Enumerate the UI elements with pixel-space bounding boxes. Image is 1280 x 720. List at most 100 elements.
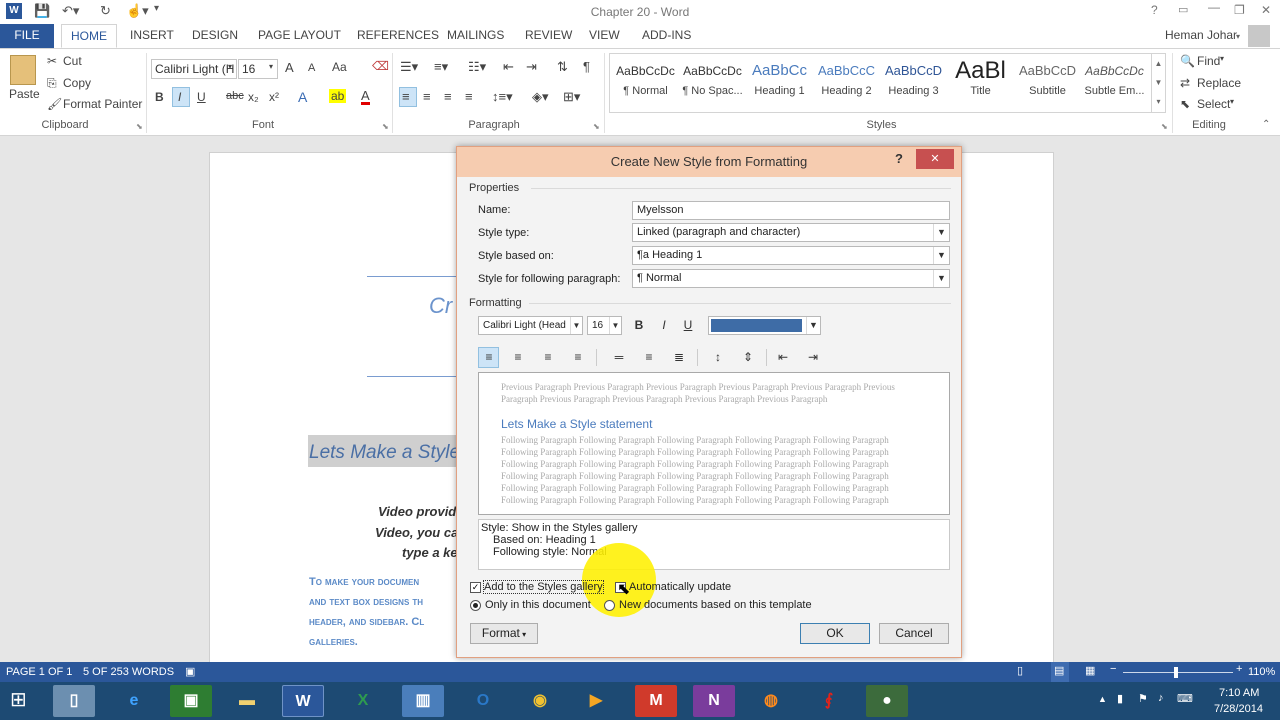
volume-icon[interactable]: ♪ [1158,692,1164,704]
following-style-select[interactable]: ¶ Normal ▼ [632,269,950,288]
camtasia-icon[interactable]: ● [866,685,908,717]
font-color-icon[interactable]: A [361,89,370,105]
paste-icon[interactable] [10,55,36,85]
dialog-launcher-icon[interactable]: ⬊ [593,122,600,131]
format-menu-button[interactable]: Format ▾ [470,623,538,644]
highlight-icon[interactable]: ab [329,89,347,103]
close-window-icon[interactable]: ✕ [1261,3,1271,17]
keyboard-icon[interactable]: ⌨ [1177,692,1193,705]
dialog-title-bar[interactable]: Create New Style from Formatting ? ✕ [457,147,961,177]
decrease-indent-icon[interactable]: ⇤ [503,59,514,75]
chevron-down-icon[interactable]: ▾ [228,62,232,71]
italic-button[interactable]: I [178,90,181,104]
zoom-in-icon[interactable]: + [1236,663,1242,675]
align-left-icon[interactable]: ≡ [402,89,410,104]
style-heading-1[interactable]: AaBbCc Heading 1 [746,57,813,109]
style-no-spacing[interactable]: AaBbCcDc ¶ No Spac... [679,57,746,109]
dialog-launcher-icon[interactable]: ⬊ [136,122,143,131]
select-icon[interactable]: ⬉ [1180,97,1190,111]
style-subtle-emphasis[interactable]: AaBbCcDc Subtle Em... [1081,57,1148,109]
selected-heading[interactable]: Lets Make a Style [309,442,460,464]
zoom-level[interactable]: 110% [1248,666,1275,678]
double-spacing-icon[interactable]: ≣ [668,347,690,367]
chevron-down-icon[interactable]: ▾ [269,62,273,71]
tab-references[interactable]: REFERENCES [348,24,448,48]
ok-button[interactable]: OK [800,623,870,644]
format-painter-button[interactable]: Format Painter [63,97,142,111]
style-type-select[interactable]: Linked (paragraph and character) ▼ [632,223,950,242]
bold-button[interactable]: B [155,90,164,104]
bullets-icon[interactable]: ☰▾ [400,59,418,75]
justify-icon[interactable]: ≡ [465,89,473,104]
chrome-icon[interactable]: ◉ [519,685,561,717]
shading-icon[interactable]: ◈▾ [532,89,549,105]
replace-icon[interactable]: ⇄ [1180,76,1190,90]
ribbon-display-icon[interactable]: ▭ [1178,3,1188,16]
chevron-down-icon[interactable]: ▾ [1220,54,1224,63]
format-italic-button[interactable]: I [653,315,675,335]
style-name-input[interactable]: Myelsson [632,201,950,220]
change-case-button[interactable]: Aa [332,60,347,74]
paste-button[interactable]: Paste [9,87,40,101]
app-icon[interactable]: M [635,685,677,717]
auto-update-label[interactable]: Automatically update [629,581,731,593]
align-center-icon[interactable]: ≡ [423,89,431,104]
tab-insert[interactable]: INSERT [121,24,183,48]
text-effects-icon[interactable]: A [298,89,307,105]
chevron-down-icon[interactable]: ▾ [1236,32,1240,41]
style-based-on-select[interactable]: ¶a Heading 1 ▼ [632,246,950,265]
underline-button[interactable]: U [197,90,206,104]
clock-time[interactable]: 7:10 AM [1219,687,1259,699]
new-documents-label[interactable]: New documents based on this template [619,599,812,611]
cut-button[interactable]: Cut [63,54,82,68]
style-subtitle[interactable]: AaBbCcD Subtitle [1014,57,1081,109]
restore-icon[interactable]: ❐ [1234,3,1245,17]
dialog-launcher-icon[interactable]: ⬊ [382,122,389,131]
tab-page-layout[interactable]: PAGE LAYOUT [249,24,350,48]
format-bold-button[interactable]: B [628,315,650,335]
font-color-select[interactable]: ▼ [708,316,821,335]
tab-design[interactable]: DESIGN [183,24,247,48]
word-taskbar-icon[interactable]: W [282,685,324,717]
format-painter-icon[interactable]: 🖌 [47,97,62,111]
grow-font-button[interactable]: A [285,60,294,75]
windows-start-icon[interactable]: ⊞ [10,690,27,710]
sort-icon[interactable]: ⇅ [557,59,568,75]
superscript-button[interactable]: x² [269,90,279,104]
increase-indent-icon[interactable]: ⇥ [802,347,824,367]
line-spacing-icon[interactable]: ↕≡▾ [492,89,513,105]
word-count[interactable]: 5 OF 253 WORDS [83,666,174,678]
user-name[interactable]: Heman Johar [1165,28,1237,42]
zoom-slider[interactable] [1123,672,1233,673]
page-count[interactable]: PAGE 1 OF 1 [6,666,72,678]
align-right-icon[interactable]: ≡ [444,89,452,104]
help-button[interactable]: ? [895,151,903,166]
find-button[interactable]: Find [1197,54,1220,68]
multilevel-list-icon[interactable]: ☷▾ [468,59,486,75]
styles-scroll[interactable]: ▲ ▼ ▾ [1151,54,1165,112]
minimize-icon[interactable]: — [1208,0,1220,14]
taskbar-desktop-icon[interactable]: ▯ [53,685,95,717]
tab-home[interactable]: HOME [61,24,117,48]
read-mode-icon[interactable]: ▯ [1017,664,1023,677]
decrease-spacing-icon[interactable]: ⇕ [737,347,759,367]
zoom-slider-thumb[interactable] [1174,667,1178,678]
tab-file[interactable]: FILE [0,24,54,48]
new-documents-radio[interactable] [604,600,615,611]
dialog-launcher-icon[interactable]: ⬊ [1161,122,1168,131]
show-formatting-icon[interactable]: ¶ [583,59,590,74]
select-button[interactable]: Select [1197,97,1230,111]
shrink-font-button[interactable]: A [308,62,315,74]
outlook-icon[interactable]: O [462,685,504,717]
style-heading-2[interactable]: AaBbCcC Heading 2 [813,57,880,109]
tab-add-ins[interactable]: ADD-INS [633,24,700,48]
print-layout-icon[interactable]: ▤ [1054,664,1064,677]
tab-review[interactable]: REVIEW [516,24,581,48]
find-icon[interactable]: 🔍 [1180,54,1195,68]
web-layout-icon[interactable]: ▦ [1085,664,1095,677]
style-normal[interactable]: AaBbCcDc ¶ Normal [612,57,679,109]
align-right-icon[interactable]: ≡ [537,347,559,367]
help-icon[interactable]: ? [1151,3,1158,17]
style-title[interactable]: AaBl Title [947,57,1014,109]
borders-icon[interactable]: ⊞▾ [563,89,580,105]
